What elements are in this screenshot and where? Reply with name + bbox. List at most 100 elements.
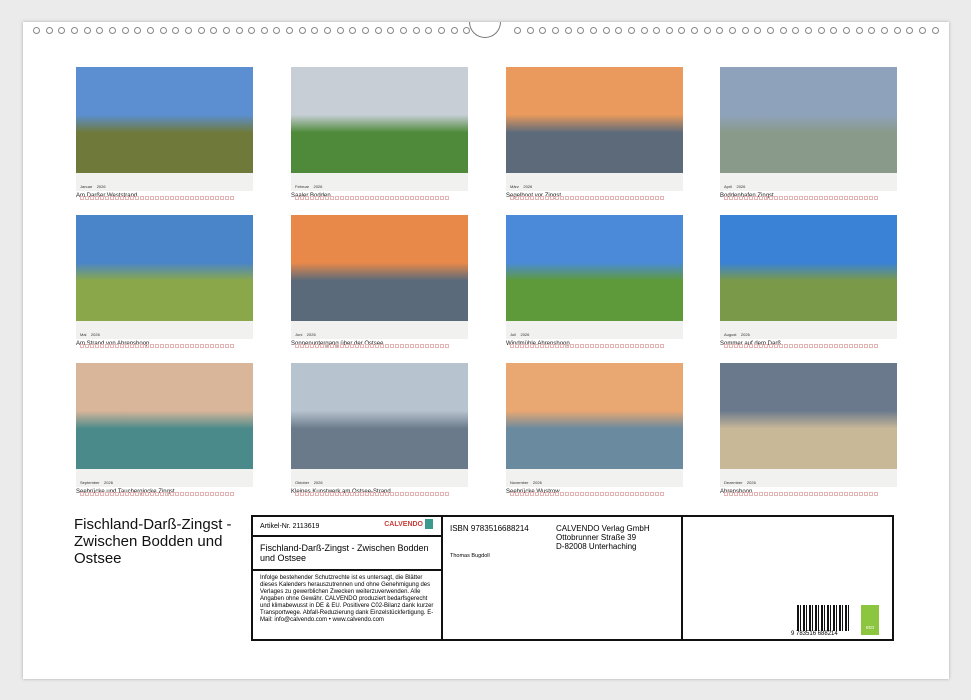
- ring-hole: [590, 27, 597, 34]
- ring-hole: [58, 27, 65, 34]
- ring-hole: [109, 27, 116, 34]
- ring-hole: [919, 27, 926, 34]
- ring-hole: [286, 27, 293, 34]
- eco-leaf-icon: eco: [861, 605, 879, 635]
- ring-hole: [387, 27, 394, 34]
- ring-hole: [147, 27, 154, 34]
- month-photo: [291, 67, 468, 173]
- month-calendar-strip: November 2026: [506, 469, 683, 487]
- month-5: Mai 2026 Am Strand von Ahrenshoop: [76, 215, 253, 347]
- ring-hole: [375, 27, 382, 34]
- month-calendar-strip: Dezember 2026: [720, 469, 897, 487]
- ring-hole: [628, 27, 635, 34]
- ring-hole: [780, 27, 787, 34]
- ring-hole: [792, 27, 799, 34]
- article-number: Artikel-Nr. 2113619: [260, 523, 319, 530]
- month-photo: [720, 67, 897, 173]
- month-calendar-strip: Oktober 2026: [291, 469, 468, 487]
- ring-hole: [653, 27, 660, 34]
- isbn: ISBN 9783516688214: [450, 524, 529, 533]
- ring-hole: [729, 27, 736, 34]
- ring-hole: [349, 27, 356, 34]
- ring-hole: [577, 27, 584, 34]
- month-4: April 2026 Boddenhafen Zingst: [720, 67, 897, 199]
- ring-hole: [438, 27, 445, 34]
- ring-hole: [641, 27, 648, 34]
- month-photo: [720, 215, 897, 321]
- ring-hole: [160, 27, 167, 34]
- ring-hole: [615, 27, 622, 34]
- ring-hole: [881, 27, 888, 34]
- ring-hole: [932, 27, 939, 34]
- ring-hole: [273, 27, 280, 34]
- ring-hole: [805, 27, 812, 34]
- ring-hole: [565, 27, 572, 34]
- ring-hole: [71, 27, 78, 34]
- month-photo: [506, 67, 683, 173]
- ring-hole: [84, 27, 91, 34]
- month-9: September 2026 Seebrücke und Tauchergioc…: [76, 363, 253, 495]
- ring-hole: [451, 27, 458, 34]
- ring-hole: [830, 27, 837, 34]
- ring-hole: [767, 27, 774, 34]
- month-calendar-strip: Februar 2026: [291, 173, 468, 191]
- author: Thomas Bugdoll: [450, 553, 490, 559]
- ring-hole: [324, 27, 331, 34]
- ring-hole: [122, 27, 129, 34]
- ring-hole: [185, 27, 192, 34]
- ring-hole: [514, 27, 521, 34]
- month-photo: [720, 363, 897, 469]
- month-6: Juni 2026 Sonnenuntergang über der Ostse…: [291, 215, 468, 347]
- ring-hole: [134, 27, 141, 34]
- month-8: August 2026 Sommer auf dem Darß: [720, 215, 897, 347]
- ring-hole: [666, 27, 673, 34]
- ring-hole: [856, 27, 863, 34]
- ring-hole: [603, 27, 610, 34]
- ring-hole: [818, 27, 825, 34]
- month-calendar-strip: April 2026: [720, 173, 897, 191]
- ring-hole: [210, 27, 217, 34]
- ring-hole: [704, 27, 711, 34]
- ring-hole: [248, 27, 255, 34]
- product-title: Fischland-Darß-Zingst - Zwischen Bodden …: [253, 537, 441, 571]
- month-photo: [76, 215, 253, 321]
- ring-hole: [362, 27, 369, 34]
- month-12: Dezember 2026 Ahrenshoop: [720, 363, 897, 495]
- ring-hole: [400, 27, 407, 34]
- ring-hole: [716, 27, 723, 34]
- ring-hole: [742, 27, 749, 34]
- ring-hole: [299, 27, 306, 34]
- ring-hole: [96, 27, 103, 34]
- ring-hole: [678, 27, 685, 34]
- ring-hole: [754, 27, 761, 34]
- month-photo: [76, 67, 253, 173]
- month-calendar-strip: September 2026: [76, 469, 253, 487]
- month-calendar-strip: Januar 2026: [76, 173, 253, 191]
- ring-hole: [552, 27, 559, 34]
- month-calendar-strip: Juni 2026: [291, 321, 468, 339]
- ring-hole: [223, 27, 230, 34]
- month-photo: [76, 363, 253, 469]
- month-2: Februar 2026 Saaler Bodden: [291, 67, 468, 199]
- month-photo: [291, 215, 468, 321]
- legal-text: Infolge bestehender Schutzrechte ist es …: [253, 571, 441, 628]
- month-7: Juli 2026 Windmühle Ahrenshoop: [506, 215, 683, 347]
- calendar-back-page: Januar 2026 Am Darßer Weststrand Februar…: [23, 22, 949, 679]
- month-photo: [506, 363, 683, 469]
- ring-hole: [337, 27, 344, 34]
- publisher-address: CALVENDO Verlag GmbHOttobrunner Straße 3…: [556, 524, 650, 551]
- ring-hole: [413, 27, 420, 34]
- ring-hole: [236, 27, 243, 34]
- ring-hole: [843, 27, 850, 34]
- month-11: November 2026 Seebrücke Wustrow: [506, 363, 683, 495]
- ring-hole: [261, 27, 268, 34]
- info-box: Artikel-Nr. 2113619 CALVENDO Fischland-D…: [251, 515, 894, 641]
- ring-hole: [906, 27, 913, 34]
- ring-hole: [527, 27, 534, 34]
- month-photo: [506, 215, 683, 321]
- month-3: März 2026 Segelboot vor Zingst: [506, 67, 683, 199]
- month-calendar-strip: August 2026: [720, 321, 897, 339]
- ring-hole: [894, 27, 901, 34]
- ring-hole: [539, 27, 546, 34]
- ring-hole: [172, 27, 179, 34]
